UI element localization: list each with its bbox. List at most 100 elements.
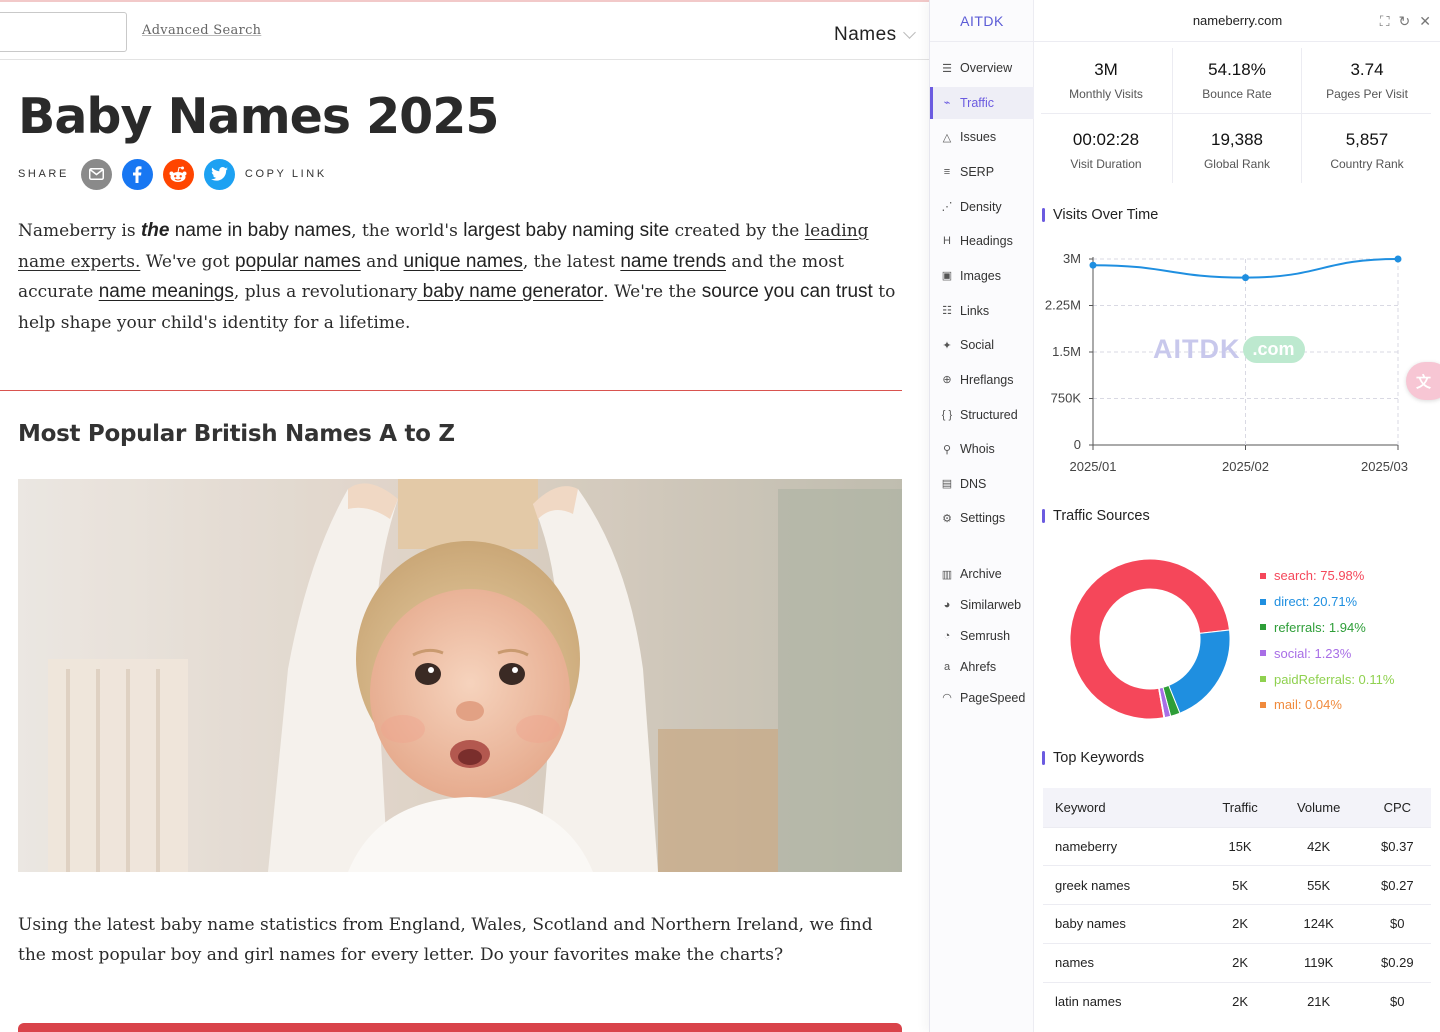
legend-item-social[interactable]: social: 1.23% [1260, 640, 1394, 666]
nav-item-label: Links [960, 303, 990, 318]
visits-point[interactable] [1394, 255, 1402, 263]
warning-icon: △ [942, 131, 952, 144]
visits-point[interactable] [1242, 274, 1249, 282]
unique-names-link[interactable]: unique names [404, 251, 523, 272]
search-input[interactable] [0, 12, 127, 52]
nav-item-hreflangs[interactable]: ⊕ Hreflangs [930, 364, 1034, 396]
stat-bounce-rate: 54.18% Bounce Rate [1172, 42, 1302, 112]
aitdk-logo[interactable]: AITDK [930, 0, 1034, 42]
nav-item-issues[interactable]: △ Issues [930, 121, 1034, 153]
table-row[interactable]: baby names 2K 124K $0 [1043, 904, 1431, 944]
section-paragraph: Using the latest baby name statistics fr… [18, 915, 873, 965]
nav-item-links[interactable]: ☷ Links [930, 295, 1034, 327]
traffic-sources-title: Traffic Sources [1042, 508, 1150, 524]
stat-divider [1041, 113, 1431, 114]
nav-item-social[interactable]: ✦ Social [930, 329, 1034, 361]
refresh-icon[interactable]: ↻ [1399, 13, 1411, 29]
close-icon[interactable]: ✕ [1419, 13, 1431, 29]
nav-item-serp[interactable]: ≡ SERP [930, 156, 1034, 188]
column-header-keyword[interactable]: Keyword [1043, 788, 1207, 827]
table-cell: latin names [1043, 981, 1207, 1021]
stat-label: Visit Duration [1070, 157, 1142, 171]
stat-visit-duration: 00:02:28 Visit Duration [1041, 112, 1171, 182]
nav-item-label: Issues [960, 130, 997, 145]
panel-header: nameberry.com ⛶ ↻ ✕ [1034, 0, 1440, 42]
reddit-icon [169, 166, 187, 182]
intro-highlight: source you can trust [701, 281, 873, 302]
donut-slice-direct[interactable] [1168, 629, 1231, 714]
table-cell: 15K [1206, 826, 1274, 866]
nav-item-density[interactable]: ⋰ Density [930, 191, 1034, 223]
nav-item-semrush[interactable]: ◔ Semrush [930, 620, 1034, 652]
table-row[interactable]: names 2K 119K $0.29 [1043, 942, 1431, 983]
nav-item-pagespeed[interactable]: ◠ PageSpeed [930, 682, 1034, 714]
advanced-search-link[interactable]: Advanced Search [142, 23, 261, 38]
twitter-icon: ✦ [942, 339, 952, 352]
legend-swatch [1260, 676, 1266, 683]
y-tick-label: 1.5M [1052, 344, 1081, 359]
nav-item-overview[interactable]: ☰ Overview [930, 52, 1034, 84]
legend-item-direct[interactable]: direct: 20.71% [1260, 589, 1394, 615]
name-meanings-link[interactable]: name meanings [99, 281, 234, 302]
aitdk-watermark: AITDK .com [1153, 334, 1305, 365]
visits-point[interactable] [1089, 261, 1097, 269]
names-menu[interactable]: Names [834, 24, 916, 46]
stat-label: Country Rank [1330, 157, 1404, 171]
copy-link-button[interactable]: COPY LINK [245, 168, 327, 180]
cta-banner[interactable] [18, 1023, 902, 1032]
legend-item-mail[interactable]: mail: 0.04% [1260, 692, 1394, 718]
nav-item-settings[interactable]: ⚙ Settings [930, 502, 1034, 534]
table-row[interactable]: latin names 2K 21K $0 [1043, 981, 1431, 1021]
top-keywords-title: Top Keywords [1042, 750, 1144, 766]
legend-item-referrals[interactable]: referrals: 1.94% [1260, 615, 1394, 641]
nav-item-label: Ahrefs [960, 659, 997, 674]
stat-value: 19,388 [1211, 130, 1263, 149]
y-tick-label: 3M [1063, 251, 1081, 266]
traffic-sources-donut [1069, 558, 1231, 720]
table-row[interactable]: nameberry 15K 42K $0.37 [1043, 826, 1431, 866]
popular-names-link[interactable]: popular names [235, 251, 361, 272]
table-cell: 55K [1273, 865, 1364, 905]
name-trends-link[interactable]: name trends [620, 251, 726, 272]
translate-button[interactable]: 文 [1406, 362, 1440, 400]
share-bar: SHARE COPY LINK [18, 158, 327, 190]
email-share-button[interactable] [80, 158, 112, 190]
nav-item-label: Structured [960, 407, 1018, 422]
legend-item-paidreferrals[interactable]: paidReferrals: 0.11% [1260, 666, 1394, 692]
baby-hero-image [18, 479, 902, 872]
nav-item-label: Semrush [960, 628, 1011, 643]
crop-icon[interactable]: ⛶ [1380, 13, 1390, 29]
twitter-share-button[interactable] [203, 158, 235, 190]
nav-item-structured[interactable]: { } Structured [930, 399, 1034, 431]
nav-item-whois[interactable]: ⚲ Whois [930, 433, 1034, 465]
baby-name-generator-link[interactable]: baby name generator [417, 281, 604, 302]
legend-item-search[interactable]: search: 75.98% [1260, 563, 1394, 589]
facebook-share-button[interactable] [121, 158, 153, 190]
table-cell: $0.37 [1363, 826, 1431, 866]
nav-item-similarweb[interactable]: ◕ Similarweb [930, 589, 1034, 621]
column-header-traffic[interactable]: Traffic [1206, 788, 1274, 827]
similarweb-icon: ◕ [943, 598, 951, 611]
reddit-share-button[interactable] [162, 158, 194, 190]
table-cell: 2K [1206, 942, 1274, 983]
column-header-volume[interactable]: Volume [1273, 788, 1364, 827]
intro-text: , the world's [351, 221, 464, 241]
nav-item-traffic[interactable]: ⌁ Traffic [930, 86, 1034, 119]
nav-item-images[interactable]: ▣ Images [930, 260, 1034, 292]
watermark-domain: .com [1242, 336, 1305, 363]
legend-swatch [1260, 701, 1266, 708]
nav-item-ahrefs[interactable]: a Ahrefs [930, 651, 1034, 683]
nav-item-archive[interactable]: ▥ Archive [930, 558, 1034, 590]
stat-value: 5,857 [1345, 130, 1389, 149]
density-icon: ⋰ [941, 201, 953, 214]
section-divider [0, 390, 902, 391]
table-row[interactable]: greek names 5K 55K $0.27 [1043, 865, 1431, 905]
top-keywords-table: Keyword Traffic Volume CPC nameberry 15K 42K $0… [1043, 788, 1431, 1021]
nav-item-headings[interactable]: H Headings [930, 225, 1034, 257]
nav-item-label: Social [960, 338, 995, 353]
nav-item-dns[interactable]: ▤ DNS [930, 468, 1034, 500]
table-cell: baby names [1043, 904, 1207, 944]
section-heading: Most Popular British Names A to Z [18, 421, 455, 447]
column-header-cpc[interactable]: CPC [1363, 788, 1431, 827]
nav-item-label: Density [960, 199, 1002, 214]
